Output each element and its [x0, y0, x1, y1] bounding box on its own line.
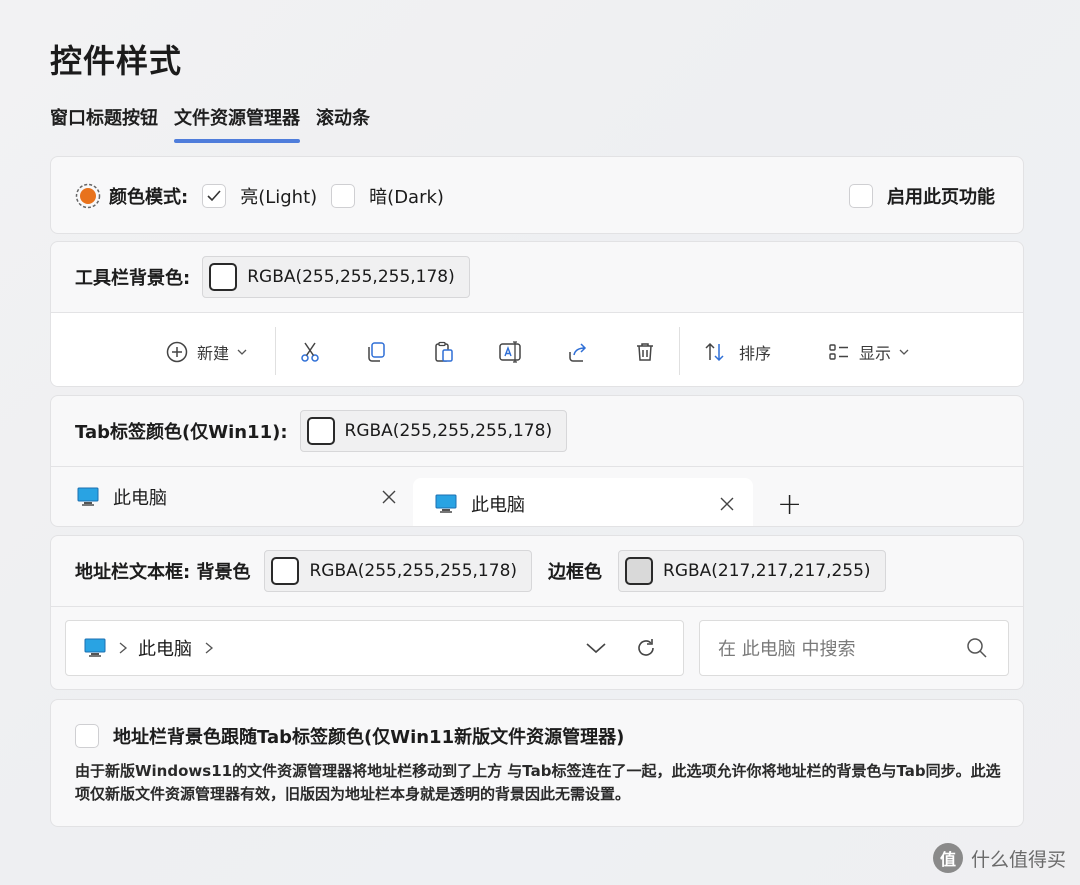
explorer-tab-active[interactable]: 此电脑 [413, 478, 753, 526]
toolbar-bg-swatch [209, 263, 238, 291]
check-icon [207, 190, 221, 202]
tab-scrollbar[interactable]: 滚动条 [316, 104, 370, 140]
color-mode-card: 颜色模式: 亮(Light) 暗(Dark) 启用此页功能 [50, 156, 1024, 234]
border-color-swatch [625, 557, 654, 585]
sort-label: 排序 [739, 344, 772, 363]
address-bar-card: 地址栏文本框: 背景色 RGBA(255,255,255,178) 边框色 RG… [50, 535, 1024, 690]
copy-button[interactable] [364, 335, 388, 369]
sort-icon [705, 342, 724, 362]
search-box[interactable]: 在 此电脑 中搜索 [699, 620, 1009, 676]
copy-icon [368, 342, 385, 362]
plus-circle-icon [166, 341, 188, 363]
close-icon[interactable] [719, 496, 735, 512]
dark-label[interactable]: 暗(Dark) [369, 183, 444, 209]
color-mode-label: 颜色模式: [109, 187, 189, 208]
enable-page-checkbox[interactable] [849, 184, 873, 208]
tab-window-buttons[interactable]: 窗口标题按钮 [50, 104, 158, 140]
dark-checkbox[interactable] [331, 184, 356, 208]
toolbar-bg-card: 工具栏背景色: RGBA(255,255,255,178) 新建 排序 显示 [50, 241, 1024, 387]
toolbar-preview: 新建 排序 显示 [51, 313, 1023, 386]
chevron-right-icon[interactable] [204, 641, 214, 655]
delete-icon [637, 343, 653, 361]
toolbar-bg-label: 工具栏背景色: [75, 268, 191, 289]
chevron-right-icon [119, 642, 128, 654]
toolbar-bg-color-picker[interactable]: RGBA(255,255,255,178) [202, 256, 470, 298]
tab-color-label: Tab标签颜色(仅Win11): [75, 422, 288, 443]
search-icon [967, 638, 987, 658]
view-button[interactable]: 显示 [827, 335, 909, 369]
explorer-tab-inactive[interactable]: 此电脑 [77, 466, 397, 526]
close-icon[interactable] [381, 489, 397, 505]
border-color-label: 边框色 [548, 562, 603, 583]
rename-button[interactable] [498, 335, 524, 369]
computer-icon [84, 638, 106, 657]
tab-color-card: Tab标签颜色(仅Win11): RGBA(255,255,255,178) 此… [50, 395, 1024, 527]
paste-icon [435, 341, 453, 362]
address-path[interactable]: 此电脑 [138, 635, 192, 661]
new-tab-button[interactable]: + [777, 478, 803, 526]
tab-color-swatch [306, 417, 335, 445]
page-title: 控件样式 [50, 42, 183, 80]
tab-color-value: RGBA(255,255,255,178) [344, 421, 553, 441]
toolbar-separator [679, 327, 680, 375]
tab-file-explorer[interactable]: 文件资源管理器 [174, 104, 300, 143]
toolbar-separator [275, 327, 276, 375]
computer-icon [435, 494, 457, 513]
watermark-logo-icon: 值 [932, 843, 963, 873]
share-icon [569, 343, 587, 362]
chevron-down-icon [899, 349, 909, 355]
new-label: 新建 [197, 344, 230, 363]
rename-icon [499, 341, 521, 363]
address-bg-color-picker[interactable]: RGBA(255,255,255,178) [264, 550, 533, 592]
view-label: 显示 [859, 344, 892, 363]
light-checkbox[interactable] [202, 184, 227, 208]
tab2-label: 此电脑 [471, 495, 525, 516]
refresh-icon[interactable] [635, 637, 657, 659]
cut-icon [301, 342, 319, 362]
tab-bar: 窗口标题按钮 文件资源管理器 滚动条 [50, 104, 386, 143]
border-color-value: RGBA(217,217,217,255) [663, 561, 871, 581]
light-label[interactable]: 亮(Light) [240, 183, 317, 209]
paste-button[interactable] [432, 335, 456, 369]
share-button[interactable] [566, 335, 590, 369]
address-bg-label: 地址栏文本框: 背景色 [75, 562, 251, 583]
tab1-label: 此电脑 [113, 488, 167, 509]
follow-tab-label[interactable]: 地址栏背景色跟随Tab标签颜色(仅Win11新版文件资源管理器) [113, 723, 624, 749]
tab-color-picker[interactable]: RGBA(255,255,255,178) [299, 410, 568, 452]
address-bg-swatch [271, 557, 300, 585]
address-bar[interactable]: 此电脑 [65, 620, 684, 676]
color-mode-radio-icon[interactable] [75, 183, 101, 209]
follow-tab-card: 地址栏背景色跟随Tab标签颜色(仅Win11新版文件资源管理器) 由于新版Win… [50, 699, 1024, 827]
add-tab-label: + [777, 486, 803, 522]
watermark-text: 什么值得买 [970, 848, 1066, 871]
sort-button[interactable]: 排序 [703, 335, 771, 369]
follow-tab-checkbox[interactable] [75, 724, 99, 748]
border-color-picker[interactable]: RGBA(217,217,217,255) [618, 550, 886, 592]
view-icon [829, 344, 848, 360]
cut-button[interactable] [298, 335, 322, 369]
enable-page-label[interactable]: 启用此页功能 [887, 183, 995, 209]
computer-icon [77, 487, 99, 506]
search-placeholder: 在 此电脑 中搜索 [718, 639, 856, 660]
toolbar-bg-value: RGBA(255,255,255,178) [247, 267, 455, 287]
delete-button[interactable] [633, 335, 657, 369]
chevron-down-icon[interactable] [585, 641, 607, 655]
watermark: 值 什么值得买 [932, 843, 1066, 873]
new-button[interactable]: 新建 [165, 335, 247, 369]
address-bg-value: RGBA(255,255,255,178) [309, 561, 518, 581]
follow-tab-description: 由于新版Windows11的文件资源管理器将地址栏移动到了上方 与Tab标签连在… [75, 762, 1001, 803]
chevron-down-icon [237, 349, 247, 355]
